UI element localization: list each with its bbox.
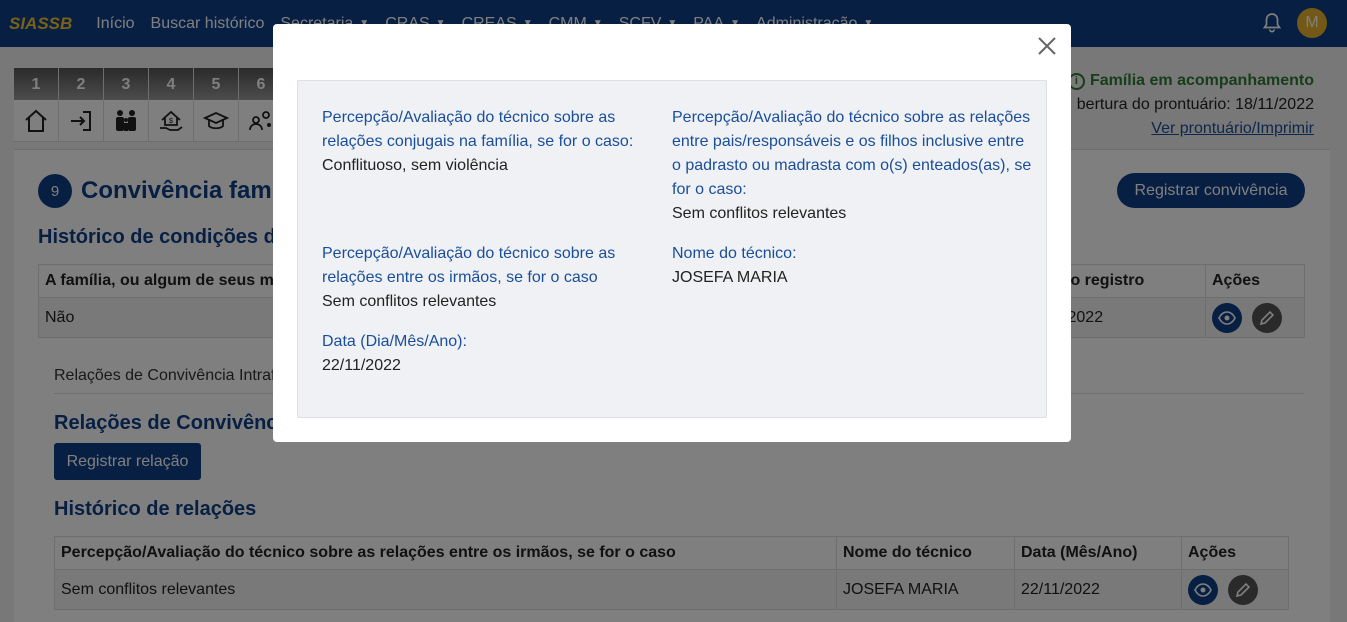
field-technician: Nome do técnico: JOSEFA MARIA [672,242,1032,290]
field-label: Data (Dia/Mês/Ano): [322,333,467,350]
field-value: 22/11/2022 [322,357,401,374]
field-siblings: Percepção/Avaliação do técnico sobre as … [322,242,652,314]
field-conjugal: Percepção/Avaliação do técnico sobre as … [322,106,652,178]
details-modal: Percepção/Avaliação do técnico sobre as … [273,24,1071,442]
field-label: Nome do técnico: [672,245,797,262]
field-label: Percepção/Avaliação do técnico sobre as … [672,109,1032,198]
field-label: Percepção/Avaliação do técnico sobre as … [322,109,634,150]
field-date: Data (Dia/Mês/Ano): 22/11/2022 [322,330,652,378]
field-value: Conflituoso, sem violência [322,157,508,174]
field-parents: Percepção/Avaliação do técnico sobre as … [672,106,1032,226]
details-panel: Percepção/Avaliação do técnico sobre as … [297,80,1047,418]
close-icon[interactable] [1037,36,1057,56]
field-value: Sem conflitos relevantes [672,205,847,222]
field-value: JOSEFA MARIA [672,269,788,286]
field-label: Percepção/Avaliação do técnico sobre as … [322,245,616,286]
field-value: Sem conflitos relevantes [322,293,497,310]
